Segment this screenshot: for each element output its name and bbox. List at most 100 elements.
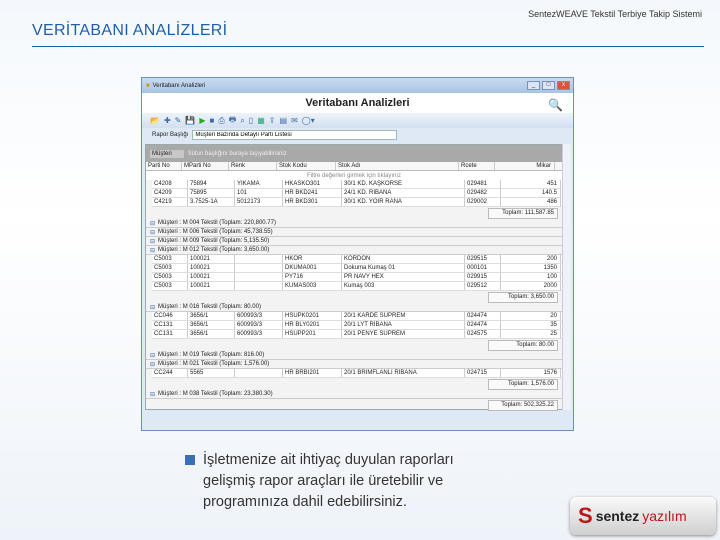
table-cell: 100021 [188, 282, 235, 290]
table-cell: C4208 [152, 180, 188, 188]
column-header[interactable]: Stok Kodu [277, 162, 336, 170]
table-cell: 5565 [188, 369, 235, 377]
table-cell: CC046 [152, 312, 188, 320]
group-chip-musteri[interactable]: Müşteri [150, 149, 184, 158]
export-excel-icon[interactable]: ▦ [257, 116, 265, 125]
table-row[interactable]: C4208 75894 YIKAMA HKASKO301 30/1 KD. KAŞKOR… [152, 180, 562, 189]
table-cell: 3656/1 [188, 330, 235, 338]
filter-row[interactable]: Filtre değerleri girmek için tıklayınız [146, 171, 562, 180]
expand-icon[interactable]: ⊟ [150, 352, 155, 359]
run-icon[interactable]: ▶ [199, 116, 205, 125]
table-cell: 100021 [188, 255, 235, 263]
table-cell: KORDON [342, 255, 465, 263]
report-title-input[interactable] [192, 129, 398, 140]
table-row[interactable]: CC131 3656/1 600993/3 HR BLY0201 20/1 LYT Rİ… [152, 321, 562, 330]
expand-icon[interactable]: ⊟ [150, 361, 155, 368]
table-cell: 20 [501, 312, 561, 320]
group-total-row: Toplam: 1,576.00 [146, 378, 562, 390]
zoom-icon[interactable]: ⌕ [240, 116, 244, 126]
export-icon[interactable]: ⇪ [269, 116, 276, 125]
table-row[interactable]: CC046 3656/1 600993/3 HSUPK0201 20/1 KARDE S… [152, 312, 562, 321]
column-header[interactable]: Rcete [459, 162, 495, 170]
maximize-button[interactable]: □ [542, 81, 555, 90]
table-cell: 024474 [465, 312, 501, 320]
table-cell: HSUPP201 [283, 330, 342, 338]
expand-icon[interactable]: ⊟ [150, 304, 155, 311]
table-cell: 35 [501, 321, 561, 329]
expand-icon[interactable]: ⊟ [150, 391, 155, 398]
table-cell: 600993/3 [235, 330, 283, 338]
table-row[interactable]: C5003 100021 HKOR KORDON 029515 200 [152, 255, 562, 264]
table-cell: DKUMA001 [283, 264, 342, 272]
group-label: Müşteri : M 016 Tekstil (Toplam: 80.00) [158, 304, 261, 310]
table-row[interactable]: C4209 75895 101 HR BKD241 24/1 KD. RİBANA 029… [152, 189, 562, 198]
page-icon[interactable]: ▯ [249, 116, 253, 125]
save-icon[interactable]: 💾 [185, 116, 195, 125]
column-header[interactable]: MParti No [182, 162, 229, 170]
table-row[interactable]: C5003 100021 PY716 PR NAVY HEX 029915 100 [152, 273, 562, 282]
grid-header: Parti No MParti No Renk Stok Kodu Stok Adı Rc… [146, 162, 562, 171]
table-cell: 029481 [465, 180, 501, 188]
group-panel[interactable]: Müşteri Sütun başlığını buraya taşıyabil… [146, 145, 562, 162]
table-cell: 029512 [465, 282, 501, 290]
table-cell: C4219 [152, 198, 188, 206]
table-cell: 029515 [465, 255, 501, 263]
stop-icon[interactable]: ■ [210, 116, 215, 125]
new-icon[interactable]: ✚ [164, 116, 171, 125]
group-row[interactable]: ⊟ Müşteri : M 012 Tekstil (Toplam: 3,650.… [146, 246, 562, 255]
group-row[interactable]: ⊟ Müşteri : M 021 Tekstil (Toplam: 1,576.… [146, 360, 562, 369]
filter-hint: Filtre değerleri girmek için tıklayınız [306, 172, 402, 179]
close-button[interactable]: x [557, 81, 570, 90]
group-total-row: Toplam: 3,650.00 [146, 291, 562, 303]
search-report-icon[interactable]: 🔍 [548, 95, 563, 115]
column-header[interactable]: Parti No [146, 162, 182, 170]
group-row[interactable]: ⊟ Müşteri : M 019 Tekstil (Toplam: 816.00… [146, 351, 562, 360]
table-cell: 451 [501, 180, 561, 188]
table-cell: PR NAVY HEX [342, 273, 465, 281]
table-cell: 100021 [188, 273, 235, 281]
column-header[interactable]: Renk [229, 162, 277, 170]
table-cell: C5003 [152, 264, 188, 272]
title-divider [32, 46, 704, 47]
table-row[interactable]: CC131 3656/1 600993/3 HSUPP201 20/1 PENYE SÜ… [152, 330, 562, 339]
group-total: Toplam: 111,587.85 [488, 207, 558, 219]
options-icon[interactable]: ◯▾ [302, 116, 315, 125]
vertical-scrollbar[interactable] [562, 144, 571, 410]
table-cell: 3656/1 [188, 321, 235, 329]
table-cell: HR BKD301 [283, 198, 342, 206]
expand-icon[interactable]: ⊟ [150, 220, 155, 227]
group-row[interactable]: ⊟ Müşteri : M 016 Tekstil (Toplam: 80.00) [146, 303, 562, 312]
expand-icon[interactable]: ⊟ [150, 247, 155, 254]
table-row[interactable]: C5003 100021 KUMAS003 Kumaş 003 029512 2000 [152, 282, 562, 291]
group-row[interactable]: ⊟ Müşteri : M 004 Tekstil (Toplam: 220,80… [146, 219, 562, 228]
table-cell: 3656/1 [188, 312, 235, 320]
print-icon[interactable]: 🖶 [229, 114, 237, 128]
minimize-button[interactable]: _ [527, 81, 540, 90]
expand-icon[interactable]: ⊟ [150, 238, 155, 245]
expand-icon[interactable]: ⊟ [150, 229, 155, 236]
table-cell: 024474 [465, 321, 501, 329]
table-row[interactable]: C4219 3.7525-1A 5012173 HR BKD301 30/1 KD. Y… [152, 198, 562, 207]
group-hint: Sütun başlığını buraya taşıyabilirsiniz [187, 150, 287, 157]
column-header[interactable]: Stok Adı [336, 162, 459, 170]
chart-icon[interactable]: ▤ [279, 116, 287, 125]
group-row[interactable]: ⊟ Müşteri : M 006 Tekstil (Toplam: 45,738… [146, 228, 562, 237]
table-row[interactable]: C5003 100021 DKUMA001 Dokuma Kumaş 01 000101… [152, 264, 562, 273]
table-cell [235, 255, 283, 263]
mail-icon[interactable]: ✉ [291, 116, 298, 125]
column-header[interactable]: Mikar [495, 162, 555, 170]
group-row[interactable]: ⊟ Müşteri : M 038 Tekstil (Toplam: 23,380… [146, 390, 562, 399]
open-icon[interactable]: 📂 [150, 116, 160, 125]
window-titlebar: ■ Veritabanı Analizleri _ □ x [142, 78, 573, 93]
edit-icon[interactable]: ✎ [175, 116, 182, 125]
table-cell: C5003 [152, 255, 188, 263]
table-cell: HKOR [283, 255, 342, 263]
group-total-row: Toplam: 80.00 [146, 339, 562, 351]
table-cell: Dokuma Kumaş 01 [342, 264, 465, 272]
table-cell: 75895 [188, 189, 235, 197]
table-row[interactable]: CC244 5565 HR BRBI201 20/1 BRİMFLANLI RİBAN… [152, 369, 562, 378]
group-row[interactable]: ⊟ Müşteri : M 009 Tekstil (Toplam: 5,135.… [146, 237, 562, 246]
table-cell: 140.5 [501, 189, 561, 197]
table-cell: HR BRBI201 [283, 369, 342, 377]
preview-icon[interactable]: ⎙ [218, 116, 224, 126]
